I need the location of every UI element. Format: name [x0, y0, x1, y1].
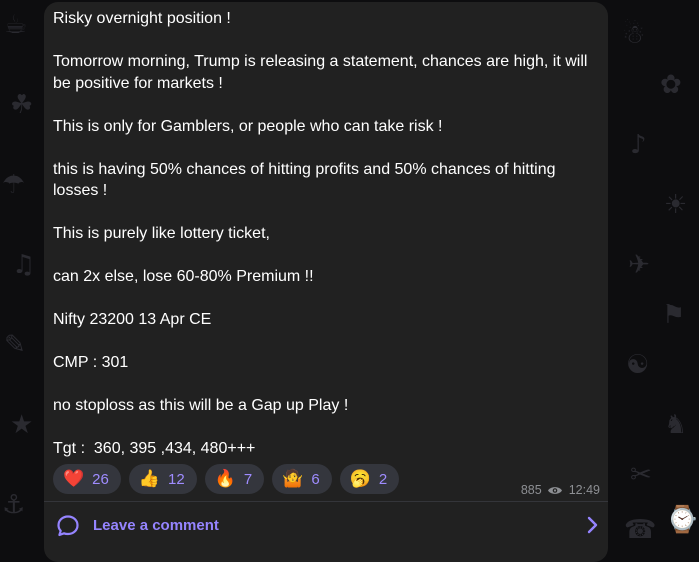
heart-icon: ❤️: [63, 468, 85, 489]
wallpaper-doodle: ⚑: [662, 300, 686, 330]
wallpaper-doodle: ☎: [624, 515, 657, 545]
fire-icon: 🔥: [214, 468, 236, 489]
reaction-count: 12: [168, 470, 185, 488]
channel-post-bubble: Risky overnight position ! Tomorrow morn…: [44, 2, 608, 562]
reaction-count: 6: [311, 470, 320, 488]
post-paragraph: CMP : 301: [53, 354, 129, 371]
shrug-icon: 🤷: [282, 468, 304, 489]
reaction-yawning-face[interactable]: 🥱 2: [339, 464, 400, 494]
wallpaper-doodle: ☃: [622, 20, 646, 50]
post-paragraph: Tgt : 360, 395 ,434, 480+++: [53, 440, 256, 457]
wallpaper-doodle: ★: [10, 410, 34, 440]
post-paragraph: this is having 50% chances of hitting pr…: [53, 160, 560, 200]
wallpaper-doodle: ♪: [630, 130, 647, 160]
chevron-right-icon: [586, 516, 598, 539]
post-paragraph: Tomorrow morning, Trump is releasing a s…: [53, 53, 592, 92]
wallpaper-doodle: ☘: [10, 90, 34, 120]
wallpaper-doodle: ☯: [626, 350, 650, 380]
reaction-heart[interactable]: ❤️ 26: [53, 464, 121, 494]
wallpaper-doodle: ♫: [12, 250, 36, 280]
wallpaper-doodle: ✎: [4, 330, 26, 360]
reaction-count: 2: [378, 470, 388, 488]
reactions-row: ❤️ 26 👍 12 🔥 7 🤷 6 🥱 2: [53, 464, 407, 494]
wallpaper-doodle: ✿: [660, 70, 682, 100]
reaction-shrug[interactable]: 🤷 6: [272, 464, 332, 494]
post-paragraph: Nifty 23200 13 Apr CE: [53, 311, 212, 328]
post-paragraph: This is only for Gamblers, or people who…: [53, 117, 443, 135]
yawning-face-icon: 🥱: [349, 468, 371, 489]
reaction-count: 26: [92, 470, 109, 488]
post-paragraph: This is purely like lottery ticket,: [53, 225, 270, 242]
leave-comment-label: Leave a comment: [93, 517, 219, 534]
thumbs-up-icon: 👍: [138, 468, 161, 489]
post-text: Risky overnight position ! Tomorrow morn…: [53, 8, 593, 460]
wallpaper-doodle: ⚓: [2, 490, 26, 520]
reaction-count: 7: [243, 470, 253, 488]
wallpaper-doodle: ☀: [664, 190, 688, 220]
view-count: 885: [520, 483, 542, 497]
eye-icon: [547, 485, 563, 496]
reaction-thumbs-up[interactable]: 👍 12: [128, 464, 197, 494]
wallpaper-doodle: ⌚: [666, 505, 699, 535]
reaction-fire[interactable]: 🔥 7: [204, 464, 265, 494]
post-paragraph: no stoploss as this will be a Gap up Pla…: [53, 397, 349, 414]
wallpaper-doodle: ✈: [628, 250, 650, 280]
leave-comment-button[interactable]: Leave a comment: [44, 502, 608, 548]
comment-bubble-icon: [56, 514, 80, 543]
post-paragraph: Risky overnight position !: [53, 10, 231, 27]
wallpaper-doodle: ♞: [664, 410, 688, 440]
post-meta: 885 12:49: [521, 483, 600, 497]
wallpaper-doodle: ✂: [630, 460, 652, 490]
post-time: 12:49: [568, 483, 600, 497]
post-paragraph: can 2x else, lose 60-80% Premium !!: [53, 268, 314, 285]
wallpaper-doodle: ☂: [2, 170, 26, 200]
wallpaper-doodle: ☕: [4, 10, 28, 40]
